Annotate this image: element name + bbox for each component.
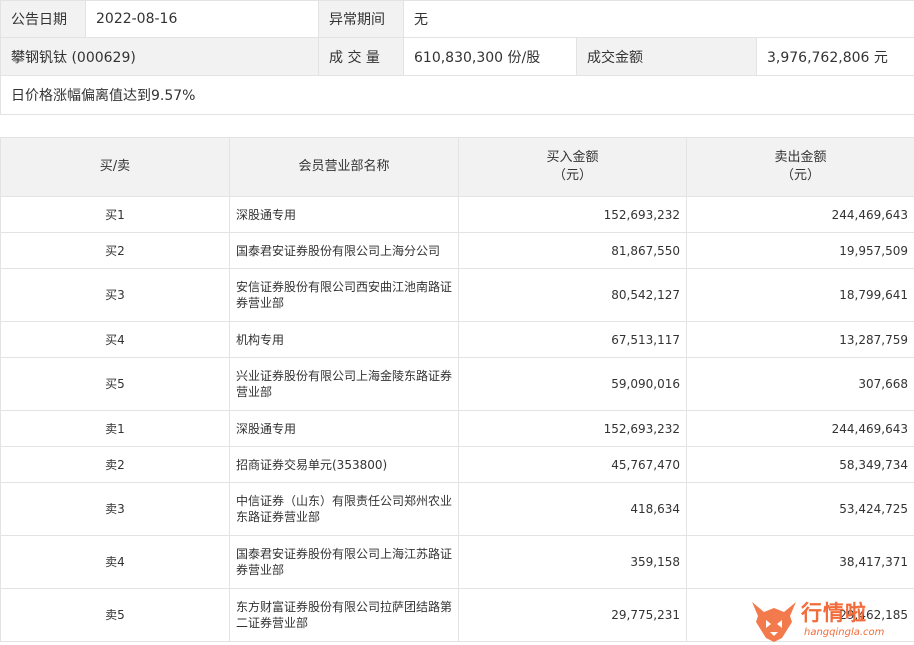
announcement-info-table: 公告日期 2022-08-16 异常期间 无 攀钢钒钛 (000629) 成 交…: [0, 0, 914, 115]
row-buy: 418,634: [458, 482, 687, 536]
abnormal-period-label: 异常期间: [318, 0, 404, 38]
row-buy: 152,693,232: [458, 196, 687, 233]
info-row-date: 公告日期 2022-08-16 异常期间 无: [0, 0, 914, 38]
row-type: 卖1: [0, 410, 230, 447]
announce-date-label: 公告日期: [0, 0, 86, 38]
row-sell: 307,668: [686, 357, 914, 411]
table-header: 买/卖 会员营业部名称 买入金额 （元） 卖出金额 （元）: [0, 137, 914, 197]
table-row: 买3 安信证券股份有限公司西安曲江池南路证券营业部 80,542,127 18,…: [0, 268, 914, 322]
table-row: 卖1 深股通专用 152,693,232 244,469,643: [0, 410, 914, 447]
abnormal-period-value: 无: [402, 0, 914, 38]
row-name: 招商证券交易单元(353800): [229, 446, 459, 483]
trading-seats-table: 买/卖 会员营业部名称 买入金额 （元） 卖出金额 （元） 买1 深股通专用 1…: [0, 137, 914, 642]
row-buy: 67,513,117: [458, 321, 687, 358]
turnover-label: 成交金额: [576, 37, 757, 76]
header-sell: 卖出金额 （元）: [686, 137, 914, 197]
table-row: 买5 兴业证券股份有限公司上海金陵东路证券营业部 59,090,016 307,…: [0, 357, 914, 411]
row-name: 安信证券股份有限公司西安曲江池南路证券营业部: [229, 268, 459, 322]
row-name: 机构专用: [229, 321, 459, 358]
row-sell: 58,349,734: [686, 446, 914, 483]
info-row-note: 日价格涨幅偏离值达到9.57%: [0, 75, 914, 115]
table-row: 买1 深股通专用 152,693,232 244,469,643: [0, 196, 914, 233]
row-buy: 45,767,470: [458, 446, 687, 483]
row-type: 卖2: [0, 446, 230, 483]
row-sell: 13,287,759: [686, 321, 914, 358]
row-buy: 359,158: [458, 535, 687, 589]
turnover-value: 3,976,762,806 元: [755, 37, 914, 76]
row-type: 买1: [0, 196, 230, 233]
row-buy: 80,542,127: [458, 268, 687, 322]
row-name: 中信证券（山东）有限责任公司郑州农业东路证券营业部: [229, 482, 459, 536]
header-buy: 买入金额 （元）: [458, 137, 687, 197]
row-name: 兴业证券股份有限公司上海金陵东路证券营业部: [229, 357, 459, 411]
table-row: 买4 机构专用 67,513,117 13,287,759: [0, 321, 914, 358]
row-sell: 244,469,643: [686, 196, 914, 233]
info-row-trade: 攀钢钒钛 (000629) 成 交 量 610,830,300 份/股 成交金额…: [0, 37, 914, 76]
watermark-url: hangqingla.com: [804, 627, 885, 638]
row-type: 卖4: [0, 535, 230, 589]
volume-label: 成 交 量: [318, 37, 404, 76]
deviation-note: 日价格涨幅偏离值达到9.57%: [0, 75, 914, 115]
row-name: 国泰君安证券股份有限公司上海分公司: [229, 232, 459, 269]
table-row: 买2 国泰君安证券股份有限公司上海分公司 81,867,550 19,957,5…: [0, 232, 914, 269]
row-sell: 38,417,371: [686, 535, 914, 589]
row-sell: 19,957,509: [686, 232, 914, 269]
watermark: 行情啦 hangqingla.com: [748, 596, 914, 645]
stock-name: 攀钢钒钛 (000629): [0, 37, 319, 76]
row-type: 卖5: [0, 588, 230, 642]
table-row: 卖4 国泰君安证券股份有限公司上海江苏路证券营业部 359,158 38,417…: [0, 535, 914, 589]
bull-logo-icon: [752, 602, 796, 642]
row-buy: 29,775,231: [458, 588, 687, 642]
header-sell-label: 卖出金额: [774, 150, 827, 165]
row-name: 国泰君安证券股份有限公司上海江苏路证券营业部: [229, 535, 459, 589]
table-row: 卖3 中信证券（山东）有限责任公司郑州农业东路证券营业部 418,634 53,…: [0, 482, 914, 536]
row-type: 买4: [0, 321, 230, 358]
header-buy-label: 买入金额: [546, 150, 599, 165]
row-type: 买5: [0, 357, 230, 411]
row-type: 卖3: [0, 482, 230, 536]
header-buy-unit: （元）: [552, 168, 592, 183]
row-name: 深股通专用: [229, 410, 459, 447]
row-type: 买3: [0, 268, 230, 322]
announce-date-value: 2022-08-16: [85, 0, 319, 38]
row-buy: 59,090,016: [458, 357, 687, 411]
table-row: 卖2 招商证券交易单元(353800) 45,767,470 58,349,73…: [0, 446, 914, 483]
row-sell: 244,469,643: [686, 410, 914, 447]
header-name: 会员营业部名称: [229, 137, 459, 197]
header-sell-unit: （元）: [780, 168, 820, 183]
header-type: 买/卖: [0, 137, 230, 197]
row-sell: 18,799,641: [686, 268, 914, 322]
watermark-text: 行情啦: [801, 601, 867, 625]
row-name: 深股通专用: [229, 196, 459, 233]
row-type: 买2: [0, 232, 230, 269]
row-buy: 81,867,550: [458, 232, 687, 269]
row-sell: 53,424,725: [686, 482, 914, 536]
volume-value: 610,830,300 份/股: [403, 37, 577, 76]
row-name: 东方财富证券股份有限公司拉萨团结路第二证券营业部: [229, 588, 459, 642]
row-buy: 152,693,232: [458, 410, 687, 447]
